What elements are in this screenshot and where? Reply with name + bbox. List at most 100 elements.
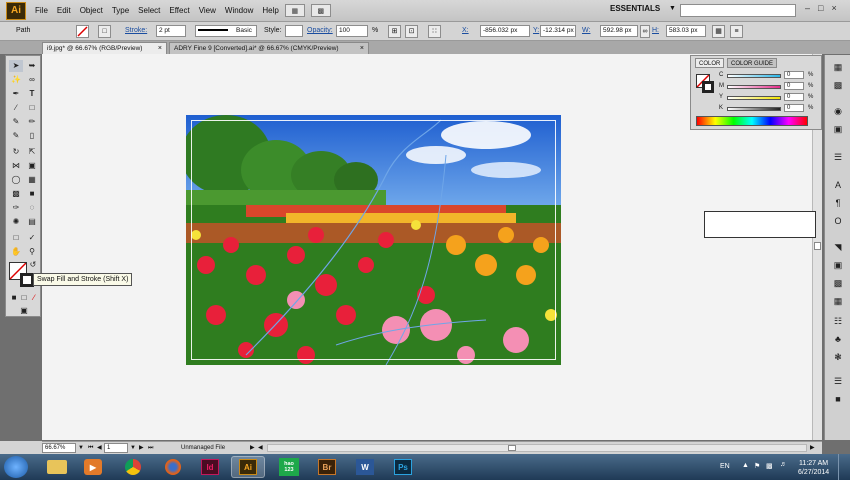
swatches-panel-icon[interactable]: ▩ bbox=[831, 79, 845, 91]
type-tool-icon[interactable]: T bbox=[25, 88, 39, 100]
start-button[interactable] bbox=[4, 456, 28, 478]
panel-menu-icon[interactable]: ≡ bbox=[730, 25, 743, 38]
taskbar-media-player[interactable]: ▶ bbox=[76, 456, 110, 478]
flag-icon[interactable]: ⚑ bbox=[754, 462, 760, 470]
yellow-value[interactable]: 0 bbox=[784, 93, 804, 101]
scroll-thumb[interactable] bbox=[508, 445, 516, 451]
align-panel-icon[interactable]: ☰ bbox=[831, 375, 845, 387]
eyedropper-tool-icon[interactable]: ✑ bbox=[9, 202, 23, 214]
blob-brush-tool-icon[interactable]: ✎ bbox=[9, 130, 23, 142]
stroke-swatch[interactable] bbox=[702, 81, 714, 93]
rectangle-tool-icon[interactable]: □ bbox=[25, 102, 39, 114]
free-transform-tool-icon[interactable]: ▣ bbox=[25, 160, 39, 172]
navigator-panel-icon[interactable]: ☷ bbox=[831, 315, 845, 327]
maximize-button[interactable]: □ bbox=[818, 3, 823, 13]
horizontal-scrollbar[interactable] bbox=[267, 444, 807, 452]
graphic-styles-icon[interactable]: ▦ bbox=[831, 295, 845, 307]
taskbar-illustrator[interactable]: Ai bbox=[231, 456, 265, 478]
tab-i9-jpg[interactable]: i9.jpg* @ 66.67% (RGB/Preview) × bbox=[42, 42, 167, 54]
taskbar-hao123[interactable]: hao 123 bbox=[272, 456, 306, 478]
opentype-panel-icon[interactable]: O bbox=[831, 215, 845, 227]
variable-width-profile[interactable]: Basic bbox=[195, 25, 257, 37]
stroke-label[interactable]: Stroke: bbox=[125, 25, 147, 37]
none-mode-icon[interactable]: ∕ bbox=[29, 292, 39, 304]
image-trace-icon[interactable]: ▣ bbox=[831, 259, 845, 271]
color-spectrum[interactable] bbox=[696, 116, 808, 126]
next-artboard-icon[interactable]: ▶ bbox=[139, 443, 144, 453]
menu-object[interactable]: Object bbox=[80, 6, 103, 15]
slice-tool-icon[interactable]: ✓ bbox=[25, 232, 39, 244]
color-mode-icon[interactable]: ■ bbox=[9, 292, 19, 304]
scale-tool-icon[interactable]: ⇱ bbox=[25, 146, 39, 158]
width-field[interactable]: 592.98 px bbox=[600, 25, 638, 37]
transform-each-icon[interactable]: ▦ bbox=[712, 25, 725, 38]
show-desktop-button[interactable] bbox=[838, 454, 850, 480]
taskbar-explorer[interactable] bbox=[40, 456, 74, 478]
selection-bounding-box[interactable] bbox=[191, 120, 556, 360]
constrain-proportions-icon[interactable]: ∞ bbox=[640, 25, 650, 38]
status-arrow-icon[interactable]: ▶ bbox=[250, 443, 255, 453]
status-text[interactable]: Unmanaged File bbox=[181, 443, 225, 453]
menu-window[interactable]: Window bbox=[225, 6, 253, 15]
x-label[interactable]: X: bbox=[462, 25, 469, 37]
fill-swatch[interactable] bbox=[76, 25, 89, 38]
y-label[interactable]: Y: bbox=[533, 25, 539, 37]
menu-type[interactable]: Type bbox=[112, 6, 129, 15]
links-panel-icon[interactable]: ◥ bbox=[831, 241, 845, 253]
menu-effect[interactable]: Effect bbox=[169, 6, 189, 15]
align-to-selection-icon[interactable]: ⊞ bbox=[388, 25, 401, 38]
chevron-down-icon[interactable]: ▼ bbox=[669, 5, 676, 12]
cyan-slider[interactable] bbox=[727, 74, 781, 78]
scroll-thumb[interactable] bbox=[814, 242, 821, 250]
brushes-panel-icon[interactable]: ❃ bbox=[831, 351, 845, 363]
swap-fill-stroke-icon[interactable]: ↺ bbox=[28, 259, 38, 271]
transform-icon[interactable]: ⊡ bbox=[405, 25, 418, 38]
shape-builder-tool-icon[interactable]: ◯ bbox=[9, 174, 23, 186]
stroke-panel-icon[interactable]: ◉ bbox=[831, 105, 845, 117]
mesh-tool-icon[interactable]: ▩ bbox=[9, 188, 23, 200]
artboard-number-field[interactable]: 1 bbox=[104, 443, 128, 453]
taskbar-word[interactable]: W bbox=[348, 456, 382, 478]
height-field[interactable]: 583.03 px bbox=[666, 25, 706, 37]
rotate-tool-icon[interactable]: ↻ bbox=[9, 146, 23, 158]
appearance-panel-icon[interactable]: ▣ bbox=[831, 123, 845, 135]
tab-color[interactable]: COLOR bbox=[695, 58, 725, 68]
artboard-dropdown-icon[interactable]: ▼ bbox=[130, 443, 136, 453]
workspace-switcher[interactable]: ESSENTIALS bbox=[610, 4, 660, 13]
taskbar-indesign[interactable]: Id bbox=[193, 456, 227, 478]
eraser-tool-icon[interactable]: ▯ bbox=[25, 130, 39, 142]
paragraph-panel-icon[interactable]: ¶ bbox=[831, 197, 845, 209]
taskbar-photoshop[interactable]: Ps bbox=[386, 456, 420, 478]
previous-artboard-icon[interactable]: ◀ bbox=[97, 443, 102, 453]
black-slider[interactable] bbox=[727, 107, 781, 111]
symbols-panel-icon[interactable]: ♣ bbox=[831, 333, 845, 345]
minimize-button[interactable]: – bbox=[805, 3, 810, 13]
tab-color-guide[interactable]: COLOR GUIDE bbox=[727, 58, 778, 68]
selection-tool-icon[interactable]: ➤ bbox=[9, 60, 23, 72]
tab-adry-fine[interactable]: ADRY Fine 9 [Converted].ai* @ 66.67% (CM… bbox=[169, 42, 369, 54]
network-icon[interactable]: ▩ bbox=[766, 462, 773, 470]
line-tool-icon[interactable]: ∕ bbox=[9, 102, 23, 114]
stroke-color-box[interactable] bbox=[20, 273, 34, 287]
scroll-right-icon[interactable]: ▶ bbox=[810, 443, 815, 453]
transparency-panel-icon[interactable]: ■ bbox=[831, 393, 845, 405]
arrange-documents-button[interactable]: ▩ bbox=[310, 4, 331, 17]
y-position-field[interactable]: -12.314 px bbox=[540, 25, 576, 37]
clock[interactable]: 11:27 AM 6/27/2014 bbox=[798, 459, 829, 477]
menu-help[interactable]: Help bbox=[262, 6, 278, 15]
zoom-tool-icon[interactable]: ⚲ bbox=[25, 246, 39, 258]
menu-file[interactable]: File bbox=[35, 6, 48, 15]
w-label[interactable]: W: bbox=[582, 25, 590, 37]
menu-select[interactable]: Select bbox=[138, 6, 160, 15]
blend-tool-icon[interactable]: ◌ bbox=[25, 202, 39, 214]
scroll-left-icon[interactable]: ◀ bbox=[258, 443, 263, 453]
volume-icon[interactable]: ♬ bbox=[780, 461, 787, 468]
tray-expand-icon[interactable]: ▲ bbox=[742, 462, 749, 469]
artboards-panel-icon[interactable]: ▩ bbox=[831, 277, 845, 289]
bridge-button[interactable]: ▦ bbox=[284, 4, 305, 17]
lasso-tool-icon[interactable]: ∞ bbox=[25, 74, 39, 86]
artboard-tool-icon[interactable]: □ bbox=[9, 232, 23, 244]
perspective-grid-tool-icon[interactable]: ▦ bbox=[25, 174, 39, 186]
color-panel-icon[interactable]: ▦ bbox=[831, 61, 845, 73]
opacity-label[interactable]: Opacity: bbox=[307, 25, 333, 37]
